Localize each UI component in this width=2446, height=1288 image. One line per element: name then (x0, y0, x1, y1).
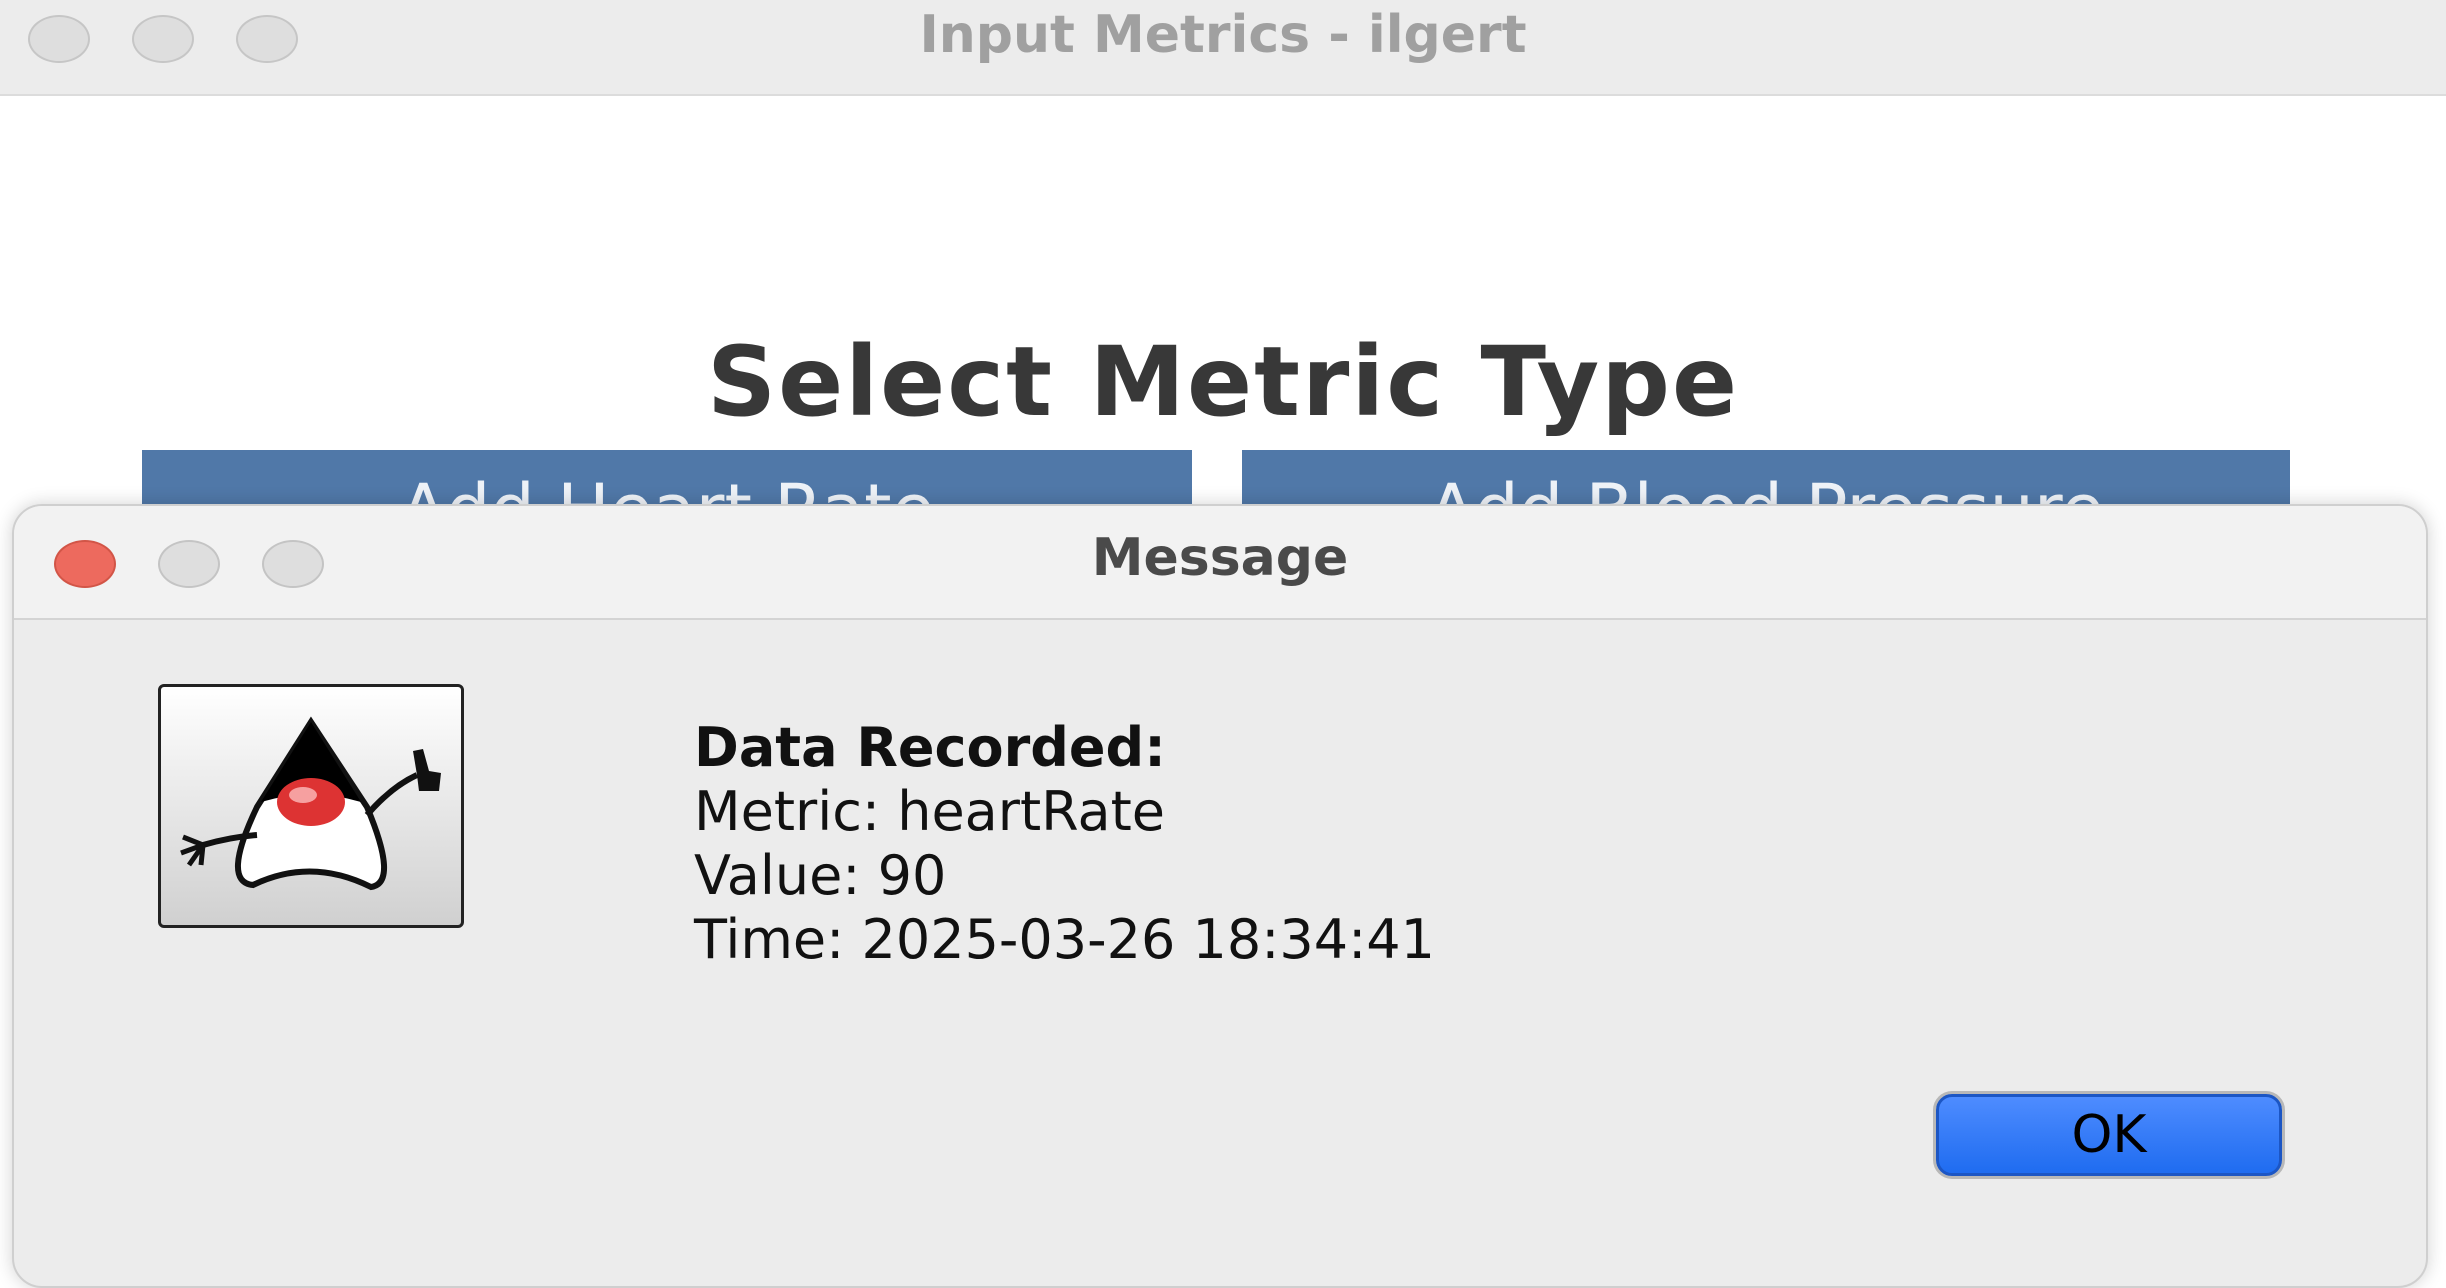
ok-button[interactable]: OK (1936, 1094, 2282, 1176)
message-metric: Metric: heartRate (694, 780, 1165, 843)
dialog-title: Message (1091, 528, 1349, 588)
dialog-titlebar: Message (14, 506, 2426, 620)
java-duke-icon (158, 684, 464, 928)
message-time: Time: 2025-03-26 18:34:41 (694, 908, 1436, 971)
message-dialog: Message Data Recorded: Metric: heartRate… (12, 504, 2428, 1288)
main-window-titlebar: Input Metrics - ilgert (0, 0, 2446, 96)
main-window-title: Input Metrics - ilgert (919, 5, 1527, 65)
message-value: Value: 90 (694, 844, 947, 907)
page-title: Select Metric Type (706, 326, 1740, 438)
message-header: Data Recorded: (694, 716, 1166, 779)
dialog-message: Data Recorded: Metric: heartRate Value: … (694, 716, 1435, 972)
